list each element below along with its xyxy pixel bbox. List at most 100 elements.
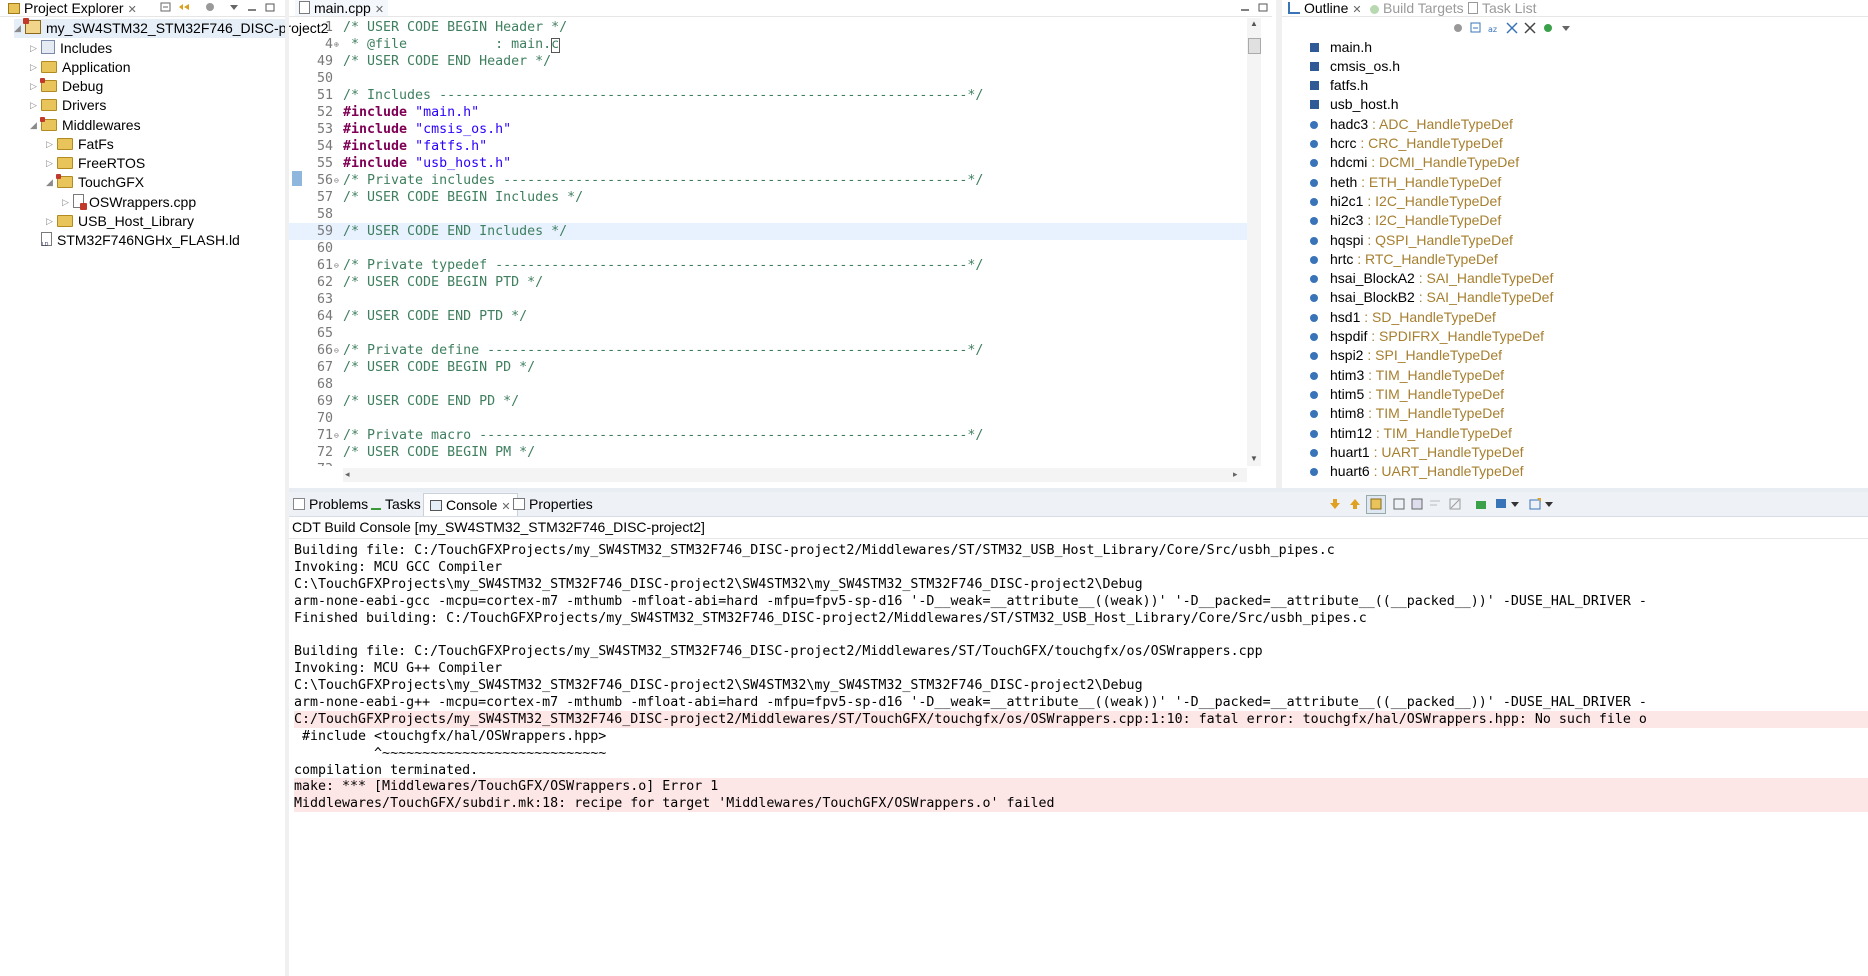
pin-console-icon[interactable] [1411, 498, 1423, 510]
include-icon [1310, 62, 1319, 71]
clear-console-icon[interactable] [1449, 498, 1461, 510]
arrow-up-icon[interactable] [1349, 498, 1361, 510]
collapsed-arrow-icon[interactable]: ▷ [46, 154, 54, 173]
tab-tasks[interactable]: Tasks [371, 496, 421, 512]
outline-variable-item[interactable]: hsai_BlockB2 : SAI_HandleTypeDef [1310, 288, 1553, 307]
arrow-down-icon[interactable] [1329, 498, 1341, 510]
collapsed-arrow-icon[interactable]: ▷ [46, 135, 54, 154]
outline-variable-item[interactable]: hsai_BlockA2 : SAI_HandleTypeDef [1310, 269, 1553, 288]
outline-include-item[interactable]: fatfs.h [1310, 76, 1368, 95]
outline-include-item[interactable]: main.h [1310, 38, 1372, 57]
collapsed-arrow-icon[interactable]: ▷ [46, 212, 54, 231]
open-console-icon[interactable] [1475, 498, 1487, 510]
word-wrap-icon[interactable] [1429, 498, 1441, 510]
variable-icon [1310, 333, 1318, 341]
tab-properties[interactable]: Properties [513, 496, 593, 512]
hide-non-public-icon[interactable] [1542, 22, 1554, 34]
tab-outline[interactable]: Outline ✕ [1288, 0, 1362, 16]
outline-variable-item[interactable]: hrtc : RTC_HandleTypeDef [1310, 250, 1498, 269]
outline-variable-item[interactable]: htim3 : TIM_HandleTypeDef [1310, 366, 1504, 385]
code-line: 4 ⊕ * @file : main.c [324, 36, 560, 53]
outline-variable-item[interactable]: hadc3 : ADC_HandleTypeDef [1310, 115, 1513, 134]
outline-variable-item[interactable]: hspi2 : SPI_HandleTypeDef [1310, 346, 1502, 365]
expanded-arrow-icon[interactable]: ◢ [30, 116, 38, 135]
tab-problems[interactable]: Problems [293, 496, 368, 512]
outline-include-item[interactable]: usb_host.h [1310, 95, 1399, 114]
editor-vertical-scrollbar[interactable]: ▲ ▼ [1247, 18, 1261, 466]
hide-fields-icon[interactable] [1506, 22, 1518, 34]
scroll-right-icon[interactable]: ▸ [1233, 469, 1238, 480]
code-line: 53 #include "cmsis_os.h" [316, 122, 512, 137]
scroll-down-icon[interactable]: ▼ [1250, 454, 1258, 463]
outline-variable-item[interactable]: huart6 : UART_HandleTypeDef [1310, 462, 1524, 481]
tab-main-cpp[interactable]: main.cpp ✕ [295, 0, 389, 16]
close-icon[interactable]: ✕ [375, 4, 384, 16]
fold-expand-icon[interactable]: ⊕ [334, 36, 339, 53]
view-menu-icon[interactable] [1560, 22, 1572, 34]
dropdown-icon[interactable] [1511, 500, 1519, 508]
code-line: 70 [316, 411, 333, 426]
outline-variable-item[interactable]: htim8 : TIM_HandleTypeDef [1310, 404, 1504, 423]
variable-icon [1310, 275, 1318, 283]
console-line: Finished building: C:/TouchGFXProjects/m… [294, 611, 1367, 626]
collapse-all-icon[interactable] [1470, 22, 1482, 34]
expanded-arrow-icon[interactable]: ◢ [46, 173, 54, 192]
show-console-icon[interactable] [1393, 498, 1405, 510]
outline-variable-item[interactable]: hdcmi : DCMI_HandleTypeDef [1310, 153, 1519, 172]
link-with-editor-icon[interactable] [178, 2, 190, 13]
collapsed-arrow-icon[interactable]: ▷ [30, 96, 38, 115]
outline-variable-item[interactable]: hi2c3 : I2C_HandleTypeDef [1310, 211, 1501, 230]
editor-horizontal-scrollbar[interactable]: ◂ ▸ [343, 468, 1247, 482]
view-menu-icon[interactable] [228, 2, 240, 13]
folder-icon [41, 61, 57, 73]
maximize-icon[interactable] [264, 2, 276, 13]
close-icon[interactable]: ✕ [501, 501, 510, 513]
outline-variable-item[interactable]: hi2c1 : I2C_HandleTypeDef [1310, 192, 1501, 211]
display-console-icon[interactable] [1495, 498, 1507, 510]
outline-variable-item[interactable]: hsd1 : SD_HandleTypeDef [1310, 308, 1496, 327]
sort-alpha-icon[interactable]: az [1488, 22, 1500, 34]
close-icon[interactable]: ✕ [1352, 4, 1361, 16]
sort-icon[interactable] [1452, 22, 1464, 34]
fold-collapse-icon[interactable]: ⊖ [334, 172, 339, 189]
outline-variable-item[interactable]: heth : ETH_HandleTypeDef [1310, 173, 1501, 192]
minimize-icon[interactable] [246, 2, 258, 13]
code-area[interactable]: 1/* USER CODE BEGIN Header */ 4 ⊕ * @file… [289, 18, 1247, 466]
dropdown-icon[interactable] [1545, 500, 1553, 508]
variable-icon [1310, 372, 1318, 380]
outline-variable-item[interactable]: huart1 : UART_HandleTypeDef [1310, 443, 1524, 462]
fold-collapse-icon[interactable]: ⊖ [334, 427, 339, 444]
outline-variable-item[interactable]: hcrc : CRC_HandleTypeDef [1310, 134, 1503, 153]
scroll-lock-button[interactable] [1366, 495, 1386, 514]
maximize-icon[interactable] [1257, 2, 1269, 13]
console-line: Invoking: MCU GCC Compiler [294, 560, 503, 575]
outline-include-item[interactable]: cmsis_os.h [1310, 57, 1400, 76]
outline-variable-item[interactable]: hspdif : SPDIFRX_HandleTypeDef [1310, 327, 1544, 346]
scroll-up-icon[interactable]: ▲ [1250, 19, 1258, 28]
fold-collapse-icon[interactable]: ⊖ [334, 342, 339, 359]
outline-variable-item[interactable]: hqspi : QSPI_HandleTypeDef [1310, 231, 1513, 250]
tab-console[interactable]: Console ✕ [423, 493, 518, 516]
collapsed-arrow-icon[interactable]: ▷ [30, 58, 38, 77]
scroll-left-icon[interactable]: ◂ [345, 469, 350, 480]
tab-task-list[interactable]: Task List [1468, 0, 1536, 16]
collapsed-arrow-icon[interactable]: ▷ [30, 77, 38, 96]
expanded-arrow-icon[interactable]: ◢ [14, 19, 22, 38]
close-icon[interactable]: ✕ [128, 4, 137, 16]
hide-static-icon[interactable] [1524, 22, 1536, 34]
outline-variable-item[interactable]: htim5 : TIM_HandleTypeDef [1310, 385, 1504, 404]
scroll-thumb[interactable] [1248, 38, 1261, 54]
collapsed-arrow-icon[interactable]: ▷ [30, 39, 38, 58]
tab-project-explorer[interactable]: Project Explorer ✕ [8, 0, 137, 16]
tab-build-targets[interactable]: Build Targets [1370, 0, 1464, 16]
collapsed-arrow-icon[interactable]: ▷ [62, 193, 70, 212]
collapse-all-icon[interactable] [160, 2, 172, 13]
minimize-icon[interactable] [1239, 2, 1251, 13]
console-output[interactable]: Building file: C:/TouchGFXProjects/my_SW… [289, 542, 1868, 976]
fold-collapse-icon[interactable]: ⊖ [334, 257, 339, 274]
console-line: ^~~~~~~~~~~~~~~~~~~~~~~~~~~~~ [294, 746, 607, 761]
tree-project-root[interactable]: ◢ my_SW4STM32_STM32F746_DISC-project2 [14, 18, 328, 38]
new-console-icon[interactable] [1529, 498, 1541, 510]
outline-variable-item[interactable]: htim12 : TIM_HandleTypeDef [1310, 424, 1512, 443]
filter-icon[interactable] [204, 2, 216, 13]
